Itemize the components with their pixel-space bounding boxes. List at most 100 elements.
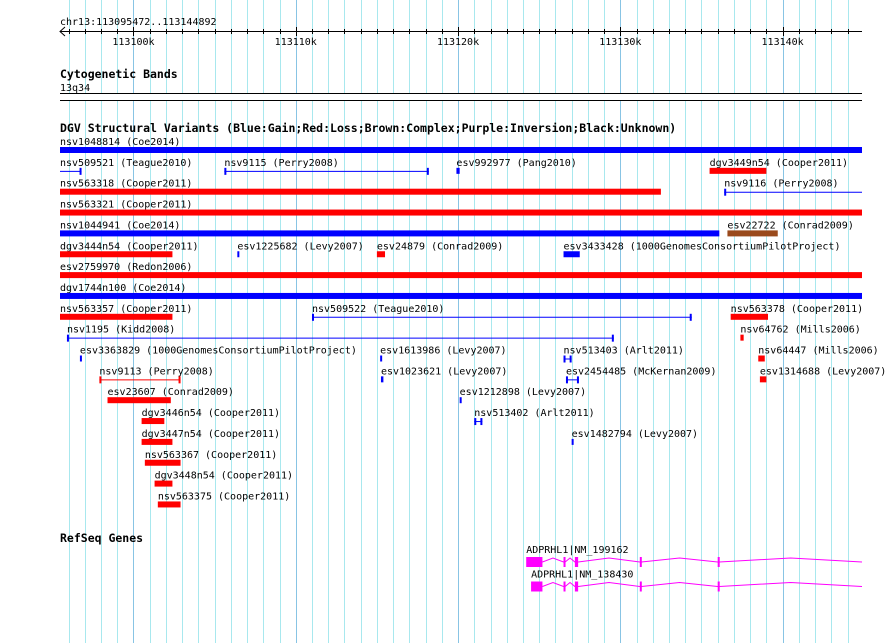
variant-feature[interactable]: nsv9113 (Perry2008) <box>99 366 214 384</box>
variant-bar[interactable] <box>60 188 661 195</box>
variant-bar[interactable] <box>60 251 173 258</box>
exon <box>717 557 720 567</box>
variant-feature[interactable]: dgv3446n54 (Cooper2011) <box>141 408 280 425</box>
variant-feature[interactable]: esv1212898 (Levy2007) <box>459 387 586 404</box>
variant-bar[interactable] <box>60 292 862 299</box>
variant-feature[interactable]: nsv563367 (Cooper2011) <box>144 450 277 466</box>
variant-label: nsv563375 (Cooper2011) <box>158 491 290 502</box>
variant-label: nsv1195 (Kidd2008) <box>67 325 175 336</box>
variant-bar[interactable] <box>141 418 165 425</box>
variant-bar[interactable] <box>759 376 767 383</box>
variant-bar[interactable] <box>571 438 574 445</box>
variant-feature[interactable]: dgv3448n54 (Cooper2011) <box>154 471 293 487</box>
variant-feature[interactable]: dgv3447n54 (Cooper2011) <box>141 429 280 445</box>
variant-end-tick <box>480 418 483 426</box>
variant-label: dgv3449n54 (Cooper2011) <box>710 158 848 169</box>
refseq-genes-track: RefSeq Genes ADPRHL1|NM_199162 ADPRHL1|NM… <box>60 531 863 592</box>
variant-label: dgv1744n100 (Coe2014) <box>60 283 186 294</box>
variant-feature[interactable]: dgv3444n54 (Cooper2011) <box>60 241 198 258</box>
variant-bar[interactable] <box>107 397 171 404</box>
variant-feature[interactable]: nsv563321 (Cooper2011) <box>60 200 862 216</box>
variant-end-tick <box>569 355 572 363</box>
variant-label: dgv3447n54 (Cooper2011) <box>142 429 280 440</box>
variant-feature[interactable]: nsv563357 (Cooper2011) <box>60 304 192 320</box>
variant-feature[interactable]: esv1314688 (Levy2007) <box>759 366 886 383</box>
cytoband-13q34[interactable] <box>60 93 862 100</box>
variant-feature[interactable]: nsv563378 (Cooper2011) <box>730 304 863 320</box>
variant-bar[interactable] <box>60 147 862 153</box>
variant-bar[interactable] <box>141 438 173 445</box>
variant-feature[interactable]: esv24879 (Conrad2009) <box>376 241 503 258</box>
variant-feature[interactable]: nsv64762 (Mills2006) <box>740 325 861 341</box>
variant-feature[interactable]: dgv3449n54 (Cooper2011) <box>709 158 848 174</box>
variant-feature[interactable]: esv2759970 (Redon2006) <box>60 262 862 279</box>
variant-label: esv1023621 (Levy2007) <box>381 366 507 377</box>
variant-feature[interactable]: esv22722 (Conrad2009) <box>727 220 854 237</box>
variant-feature[interactable]: esv1613986 (Levy2007) <box>380 346 507 362</box>
variant-feature[interactable]: nsv563318 (Cooper2011) <box>60 179 661 195</box>
ruler-tick-label: 113130k <box>599 37 641 48</box>
variant-label: nsv64447 (Mills2006) <box>758 346 878 357</box>
exon <box>574 581 579 592</box>
exon <box>574 557 579 567</box>
variant-bar[interactable] <box>727 230 778 237</box>
variant-feature[interactable]: nsv1195 (Kidd2008) <box>66 325 614 342</box>
variant-bar[interactable] <box>380 376 384 383</box>
variant-start-tick <box>563 355 566 363</box>
variant-label: esv1225682 (Levy2007) <box>237 241 363 252</box>
variant-start-tick <box>311 313 314 321</box>
variant-feature[interactable]: esv3433428 (1000GenomesConsortiumPilotPr… <box>563 241 841 258</box>
variant-end-tick <box>79 167 82 175</box>
transcript[interactable]: ADPRHL1|NM_138430 <box>531 570 863 592</box>
ruler-tick-label: 113110k <box>275 37 317 48</box>
variant-label: esv3363829 (1000GenomesConsortiumPilotPr… <box>80 346 357 357</box>
variant-bar[interactable] <box>740 334 744 341</box>
transcript[interactable]: ADPRHL1|NM_199162 <box>526 545 863 567</box>
variant-feature[interactable]: esv23607 (Conrad2009) <box>107 387 234 404</box>
variant-bar[interactable] <box>730 313 769 320</box>
variant-label: esv1613986 (Levy2007) <box>380 346 506 357</box>
dgv-structural-variants-track: DGV Structural Variants (Blue:Gain;Red:L… <box>60 121 886 508</box>
variant-bar[interactable] <box>758 355 765 362</box>
variant-bar[interactable] <box>79 355 82 362</box>
variant-feature[interactable]: nsv9115 (Perry2008) <box>224 158 429 175</box>
variant-feature[interactable]: esv3363829 (1000GenomesConsortiumPilotPr… <box>79 346 357 362</box>
variant-feature[interactable]: esv1482794 (Levy2007) <box>571 429 698 445</box>
variant-feature[interactable]: esv1023621 (Levy2007) <box>380 366 507 383</box>
variant-feature[interactable]: nsv513402 (Arlt2011) <box>474 408 595 426</box>
variant-feature[interactable]: nsv9116 (Perry2008) <box>724 179 862 196</box>
variant-bar[interactable] <box>380 355 383 362</box>
variant-bar[interactable] <box>60 209 862 216</box>
variant-bar[interactable] <box>459 397 462 404</box>
variant-bar[interactable] <box>709 167 767 174</box>
variant-feature[interactable]: nsv513403 (Arlt2011) <box>563 346 684 363</box>
variant-bar[interactable] <box>144 459 181 466</box>
variant-label: nsv64762 (Mills2006) <box>740 325 860 336</box>
ruler-tick-label: 113100k <box>112 37 154 48</box>
variant-bar[interactable] <box>376 251 386 258</box>
variant-label: dgv3446n54 (Cooper2011) <box>142 408 280 419</box>
variant-feature[interactable]: dgv1744n100 (Coe2014) <box>60 283 862 299</box>
variant-feature[interactable]: nsv64447 (Mills2006) <box>758 346 879 362</box>
variant-bar[interactable] <box>154 480 173 487</box>
genome-browser-panel: chr13:113095472..113144892 113100k 113110… <box>59 0 886 643</box>
variant-label: nsv1044941 (Coe2014) <box>60 220 180 231</box>
exon <box>563 581 566 592</box>
variant-end-tick <box>178 376 181 384</box>
variant-bar[interactable] <box>60 272 862 279</box>
variant-label: esv2759970 (Redon2006) <box>60 262 192 273</box>
variant-feature[interactable]: nsv563375 (Cooper2011) <box>157 491 290 508</box>
variant-bar[interactable] <box>237 251 240 258</box>
variant-bar[interactable] <box>563 251 580 258</box>
variant-label: nsv9113 (Perry2008) <box>99 366 213 377</box>
variant-bar[interactable] <box>456 167 460 174</box>
variant-feature[interactable]: nsv509521 (Teague2010) <box>60 158 192 175</box>
variant-label: nsv563318 (Cooper2011) <box>60 179 192 190</box>
variant-feature[interactable]: nsv1048814 (Coe2014) <box>60 137 862 153</box>
ruler-track[interactable]: chr13:113095472..113144892 113100k 113110… <box>59 17 862 48</box>
variant-bar[interactable] <box>60 313 173 320</box>
variant-bar[interactable] <box>60 230 720 237</box>
variant-end-tick <box>689 313 692 321</box>
variant-bar[interactable] <box>157 501 181 508</box>
variant-feature[interactable]: nsv509522 (Teague2010) <box>311 304 692 321</box>
